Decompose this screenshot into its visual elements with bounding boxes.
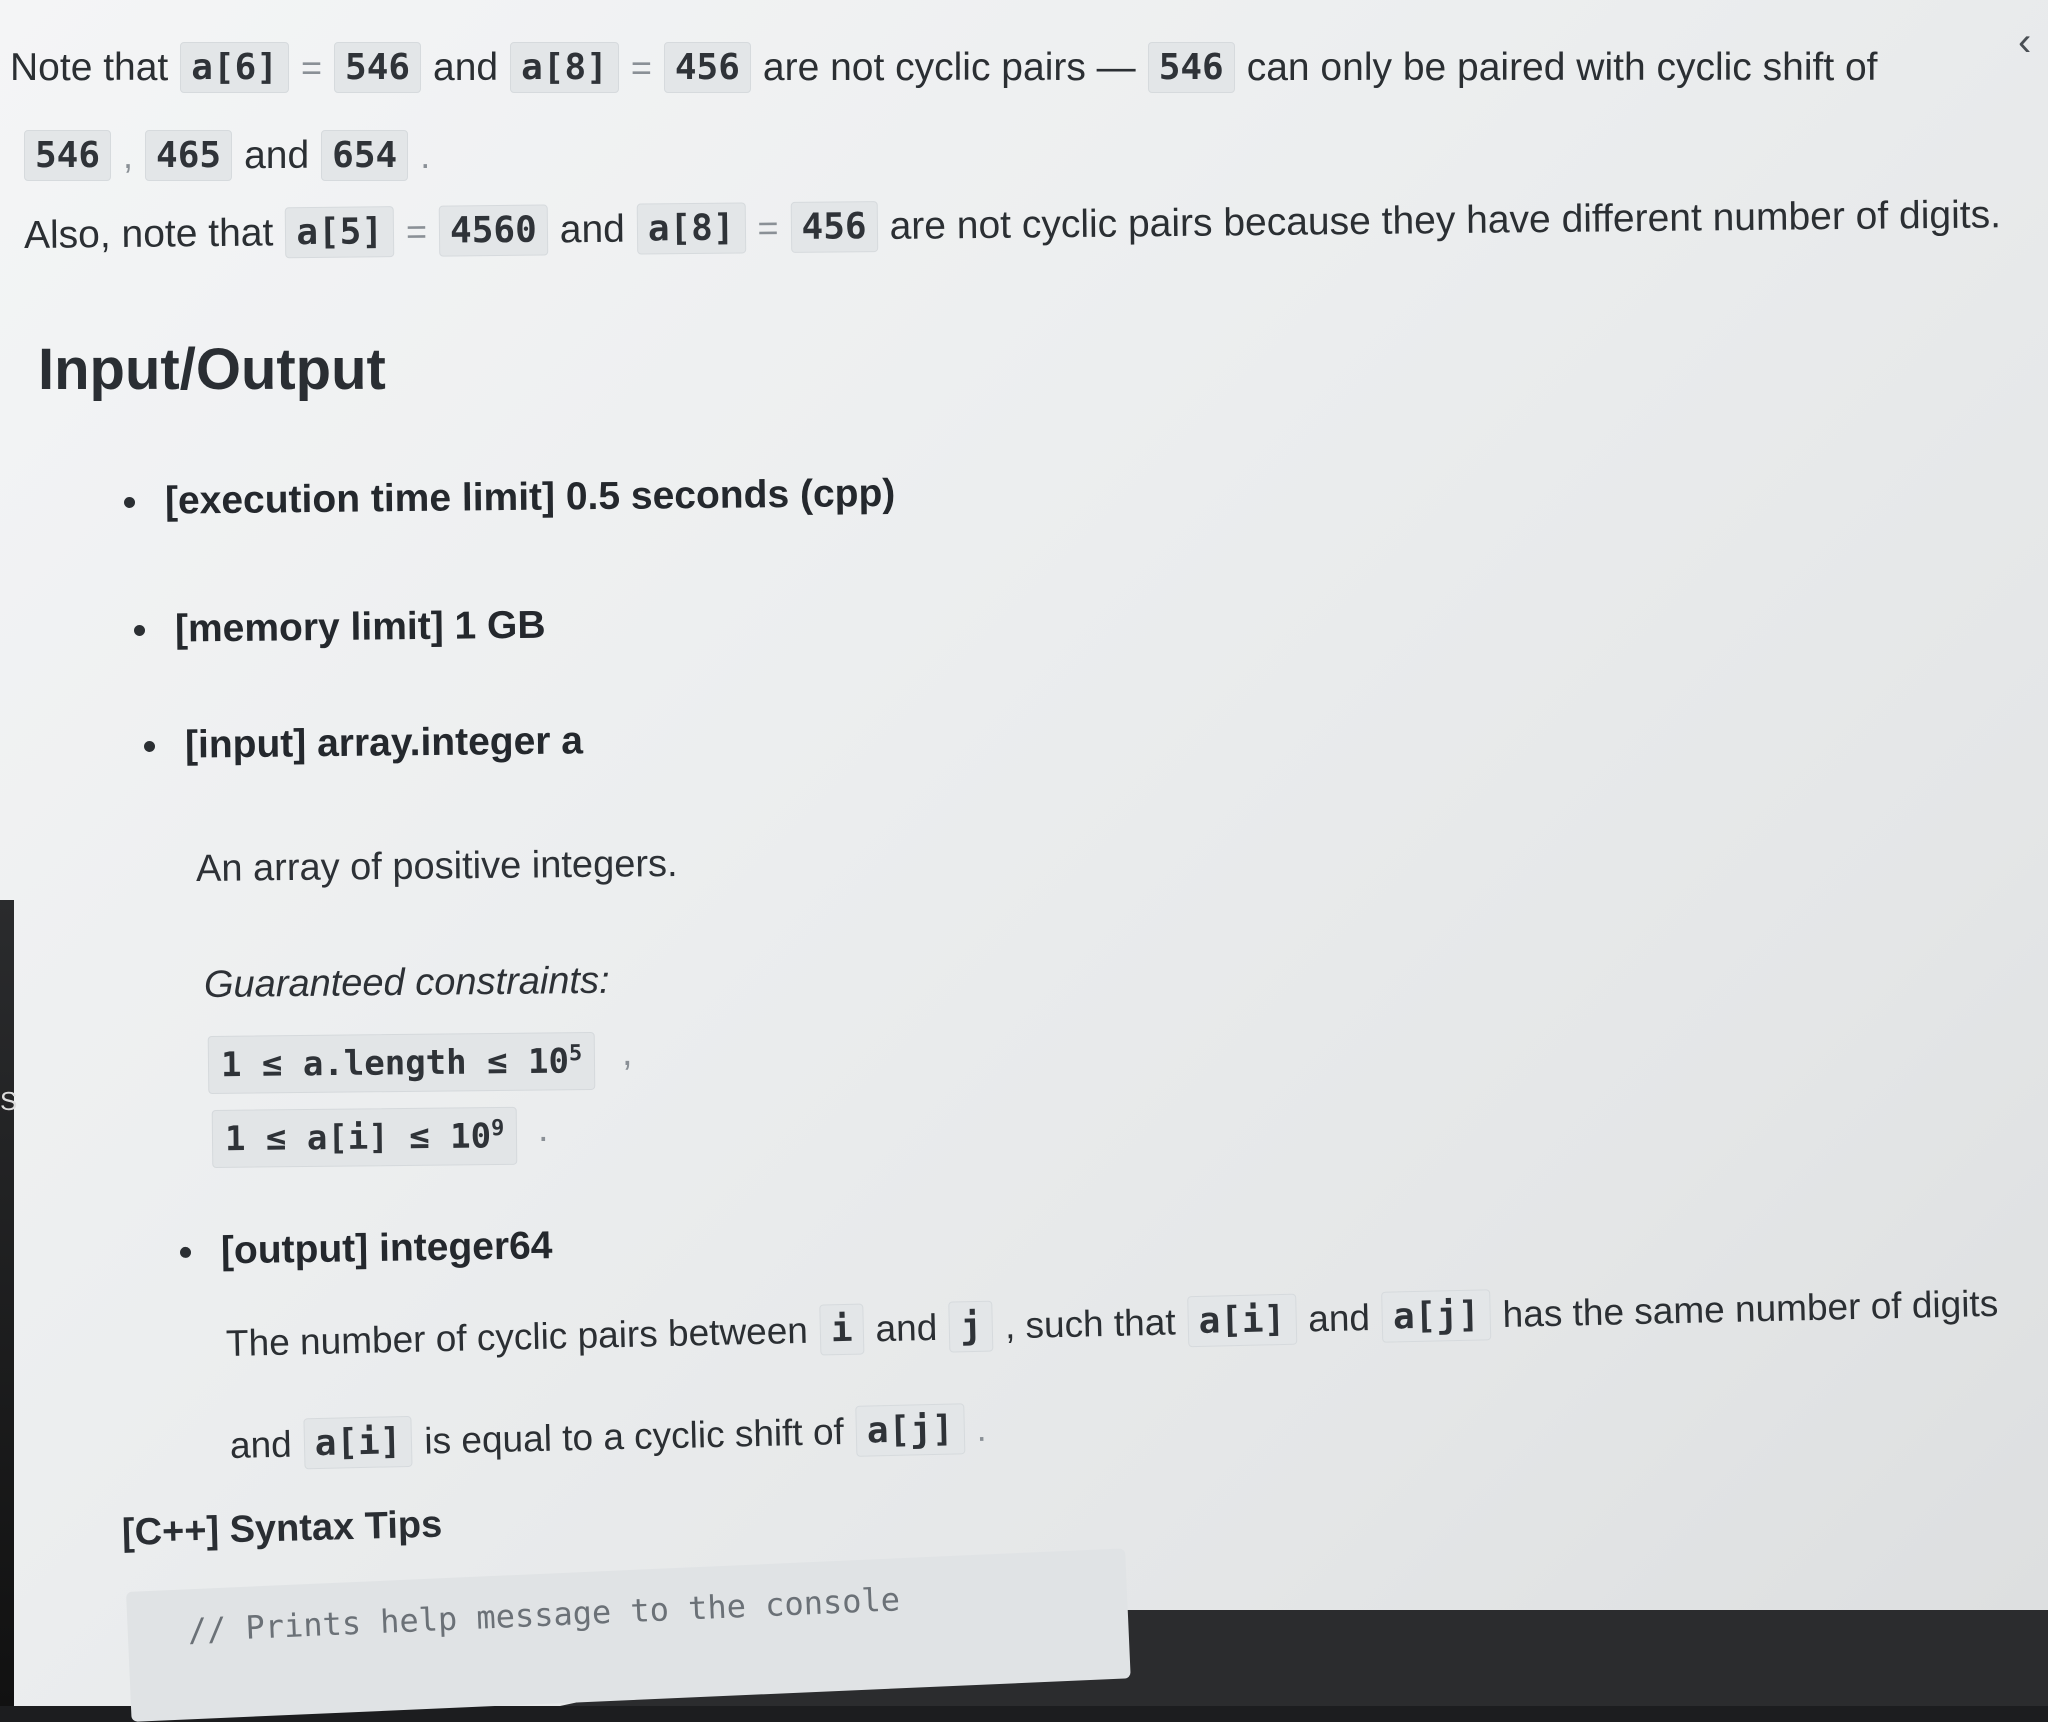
note-line-1b: 546 , 465 and 654 . bbox=[24, 130, 430, 181]
code-inline: a[8] bbox=[510, 42, 619, 93]
text: is equal to a cyclic shift of bbox=[423, 1410, 845, 1462]
text: , such that bbox=[1004, 1300, 1177, 1346]
constraint-text: 1 ≤ a.length ≤ 10 bbox=[220, 1041, 570, 1086]
list-item-exec-limit: [execution time limit] 0.5 seconds (cpp) bbox=[123, 471, 896, 524]
bezel-glyph: S bbox=[0, 1086, 18, 1116]
bullet-icon bbox=[133, 624, 146, 636]
text: The number of cyclic pairs between bbox=[225, 1309, 809, 1364]
code-inline: 4560 bbox=[438, 204, 549, 257]
code-inline: 456 bbox=[663, 42, 751, 93]
text: and bbox=[229, 1423, 293, 1466]
monitor-bezel bbox=[0, 900, 14, 1706]
chevron-left-icon[interactable]: ‹ bbox=[2018, 22, 2044, 62]
syntax-tips-toggle[interactable]: [C++] Syntax Tips bbox=[121, 1504, 442, 1555]
exponent: 9 bbox=[490, 1115, 505, 1142]
code-inline: 465 bbox=[145, 130, 233, 181]
text: are not cyclic pairs because they have d… bbox=[889, 192, 2002, 248]
equals-sign: = bbox=[405, 210, 428, 252]
separator: , bbox=[622, 1032, 633, 1074]
code-inline: a[j] bbox=[1381, 1289, 1492, 1343]
constraint-values: 1 ≤ a[i] ≤ 109 bbox=[211, 1106, 518, 1169]
text: Note that bbox=[10, 45, 169, 89]
code-comment: // Prints help message to the console bbox=[186, 1580, 901, 1650]
text: and bbox=[244, 133, 310, 177]
code-inline: a[5] bbox=[285, 206, 395, 259]
equals-sign: = bbox=[757, 206, 779, 248]
text: and bbox=[1307, 1296, 1371, 1339]
code-inline: a[j] bbox=[855, 1403, 966, 1457]
list-item-output: [output] integer64 bbox=[179, 1224, 553, 1274]
bullet-icon bbox=[123, 496, 136, 508]
note-line-1: Note that a[6] = 546 and a[8] = 456 are … bbox=[10, 42, 1878, 93]
code-inline: 546 bbox=[24, 130, 112, 181]
code-inline: a[8] bbox=[636, 202, 746, 255]
code-inline: i bbox=[819, 1303, 865, 1356]
list-item-mem-limit: [memory limit] 1 GB bbox=[133, 603, 546, 652]
period: . bbox=[976, 1407, 987, 1449]
text: and bbox=[875, 1306, 938, 1349]
period: . bbox=[538, 1108, 549, 1150]
text: has the same number of digits bbox=[1502, 1282, 1999, 1335]
section-heading: Input/Output bbox=[38, 337, 386, 402]
constraints-label: Guaranteed constraints: bbox=[203, 959, 610, 1006]
text: Also, note that bbox=[23, 210, 274, 257]
item-label: [input] array.integer a bbox=[184, 719, 584, 767]
exponent: 5 bbox=[568, 1041, 583, 1067]
text: are not cyclic pairs — bbox=[762, 45, 1136, 89]
item-label: [memory limit] 1 GB bbox=[174, 603, 546, 651]
separator: , bbox=[123, 134, 134, 176]
code-inline: 654 bbox=[321, 130, 409, 181]
constraint-text: 1 ≤ a[i] ≤ 10 bbox=[224, 1116, 492, 1160]
list-item-input: [input] array.integer a bbox=[143, 719, 584, 768]
code-inline: a[i] bbox=[303, 1415, 413, 1470]
code-inline: a[6] bbox=[180, 42, 289, 93]
code-inline: a[i] bbox=[1187, 1293, 1297, 1348]
item-label: [output] integer64 bbox=[220, 1224, 553, 1273]
text: can only be paired with cyclic shift of bbox=[1246, 45, 1878, 89]
text: and bbox=[433, 45, 499, 89]
equals-sign: = bbox=[630, 46, 652, 88]
constraint-length: 1 ≤ a.length ≤ 105 bbox=[207, 1031, 596, 1095]
input-description: An array of positive integers. bbox=[195, 842, 678, 890]
code-inline: j bbox=[948, 1300, 994, 1353]
equals-sign: = bbox=[300, 46, 323, 88]
code-inline: 546 bbox=[1147, 42, 1235, 93]
bullet-icon bbox=[179, 1246, 192, 1258]
text: and bbox=[559, 207, 626, 251]
code-inline: 456 bbox=[790, 201, 878, 253]
period: . bbox=[420, 134, 431, 176]
code-inline: 546 bbox=[334, 42, 422, 93]
bullet-icon bbox=[143, 740, 156, 752]
item-label: [execution time limit] 0.5 seconds (cpp) bbox=[164, 471, 896, 523]
